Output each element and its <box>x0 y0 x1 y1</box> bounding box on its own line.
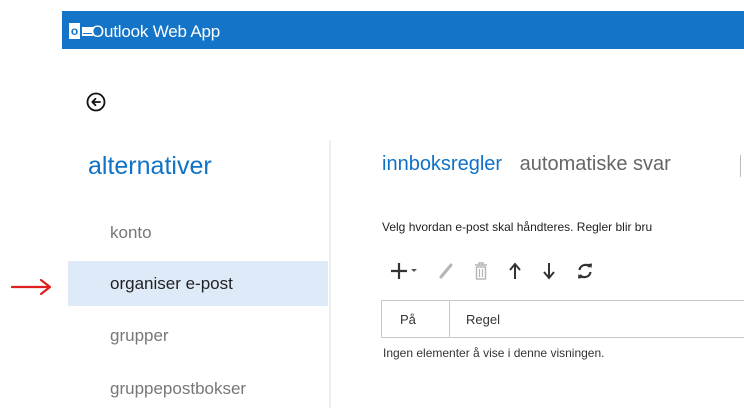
toolbar <box>390 258 614 284</box>
refresh-icon[interactable] <box>576 258 594 284</box>
sidebar-item-label: gruppepostbokser <box>110 378 247 398</box>
sidebar-item-gruppepostbokser[interactable]: gruppepostbokser <box>68 366 328 411</box>
sidebar-item-label: organiser e-post <box>110 273 233 293</box>
sidebar-item-label: konto <box>110 222 152 242</box>
tab-bar: innboksregler automatiske svar <box>382 153 683 176</box>
empty-message: Ingen elementer å vise i denne visningen… <box>383 346 605 360</box>
description-text: Velg hvordan e-post skal håndteres. Regl… <box>382 220 653 234</box>
move-up-icon[interactable] <box>508 258 522 284</box>
tab-innboksregler[interactable]: innboksregler <box>382 153 502 175</box>
sidebar-divider <box>329 140 331 408</box>
move-down-icon[interactable] <box>542 258 556 284</box>
sidebar-item-label: grupper <box>110 325 169 345</box>
add-icon[interactable] <box>390 258 418 284</box>
red-arrow-annotation-icon <box>10 277 54 297</box>
sidebar-item-organiser-e-post[interactable]: organiser e-post <box>68 261 328 306</box>
app-title: Outlook Web App <box>91 22 220 41</box>
column-separator <box>449 301 450 337</box>
tab-automatiske-svar[interactable]: automatiske svar <box>520 153 671 175</box>
top-bar: o Outlook Web App <box>62 11 744 49</box>
edit-icon[interactable] <box>438 258 454 284</box>
delete-icon[interactable] <box>474 258 488 284</box>
column-header-pa[interactable]: På <box>400 301 416 337</box>
rules-table: På Regel <box>381 300 744 338</box>
tab-separator <box>740 155 741 177</box>
sidebar-item-grupper[interactable]: grupper <box>68 313 328 358</box>
back-arrow-circle-icon[interactable] <box>86 92 106 112</box>
sidebar-title: alternativer <box>88 152 212 180</box>
column-header-regel[interactable]: Regel <box>466 301 500 337</box>
sidebar-item-konto[interactable]: konto <box>68 210 328 255</box>
